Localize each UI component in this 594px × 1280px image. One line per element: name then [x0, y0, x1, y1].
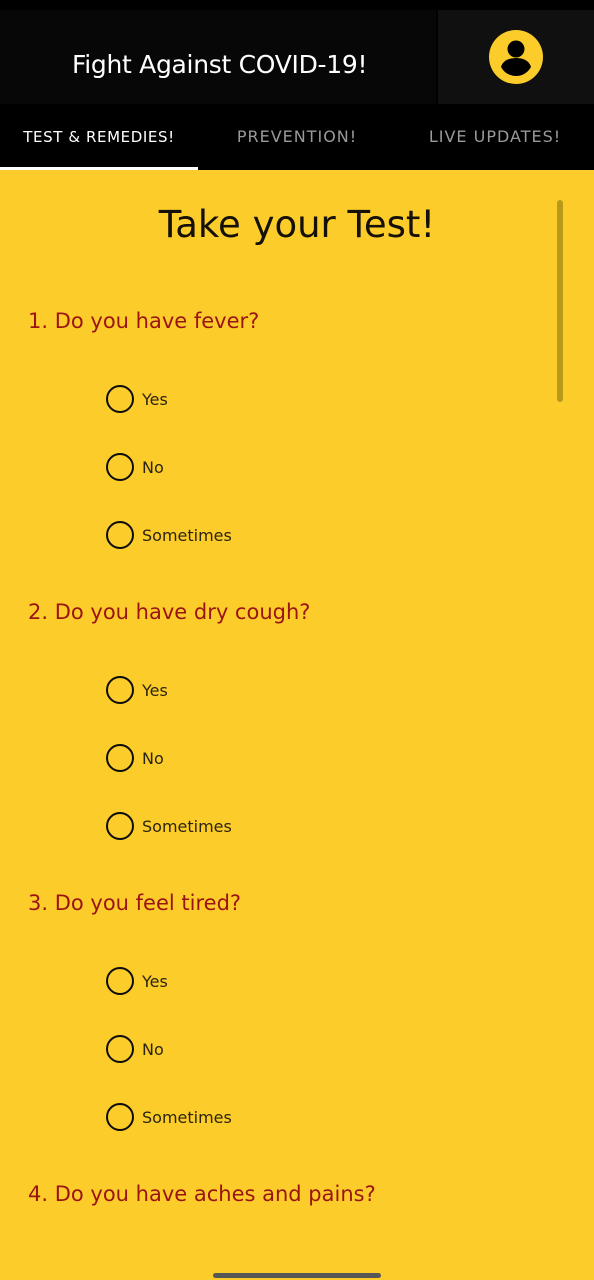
- option-label: No: [142, 457, 164, 477]
- radio-button-icon[interactable]: [106, 676, 134, 704]
- question-3: 3. Do you feel tired?: [28, 891, 242, 915]
- q1-option-yes[interactable]: Yes: [106, 385, 168, 413]
- q2-option-yes[interactable]: Yes: [106, 676, 168, 704]
- radio-button-icon[interactable]: [106, 744, 134, 772]
- q3-option-sometimes[interactable]: Sometimes: [106, 1103, 232, 1131]
- radio-button-icon[interactable]: [106, 812, 134, 840]
- q2-option-no[interactable]: No: [106, 744, 164, 772]
- question-4: 4. Do you have aches and pains?: [28, 1182, 376, 1206]
- q3-option-no[interactable]: No: [106, 1035, 164, 1063]
- title-block: Fight Against COVID-19!: [0, 10, 436, 104]
- radio-button-icon[interactable]: [106, 1035, 134, 1063]
- option-label: Sometimes: [142, 816, 232, 836]
- q2-option-sometimes[interactable]: Sometimes: [106, 812, 232, 840]
- option-label: Yes: [142, 389, 168, 409]
- option-label: Sometimes: [142, 1107, 232, 1127]
- radio-button-icon[interactable]: [106, 967, 134, 995]
- tab-test-remedies[interactable]: TEST & REMEDIES!: [0, 104, 198, 170]
- tab-prevention[interactable]: PREVENTION!: [198, 104, 396, 170]
- radio-button-icon[interactable]: [106, 453, 134, 481]
- page-heading: Take your Test!: [158, 203, 436, 246]
- option-label: No: [142, 748, 164, 768]
- tab-selected-indicator: [0, 167, 198, 170]
- radio-button-icon[interactable]: [106, 385, 134, 413]
- home-indicator[interactable]: [213, 1273, 381, 1278]
- radio-button-icon[interactable]: [106, 1103, 134, 1131]
- q1-option-no[interactable]: No: [106, 453, 164, 481]
- tab-live-updates[interactable]: LIVE UPDATES!: [396, 104, 594, 170]
- question-2: 2. Do you have dry cough?: [28, 600, 311, 624]
- tab-bar: TEST & REMEDIES! PREVENTION! LIVE UPDATE…: [0, 104, 594, 170]
- radio-button-icon[interactable]: [106, 521, 134, 549]
- account-circle-icon[interactable]: [488, 29, 544, 85]
- option-label: Sometimes: [142, 525, 232, 545]
- option-label: Yes: [142, 680, 168, 700]
- question-1: 1. Do you have fever?: [28, 309, 260, 333]
- scrollbar[interactable]: [557, 200, 563, 402]
- app-title: Fight Against COVID-19!: [72, 50, 368, 79]
- q3-option-yes[interactable]: Yes: [106, 967, 168, 995]
- q1-option-sometimes[interactable]: Sometimes: [106, 521, 232, 549]
- option-label: Yes: [142, 971, 168, 991]
- option-label: No: [142, 1039, 164, 1059]
